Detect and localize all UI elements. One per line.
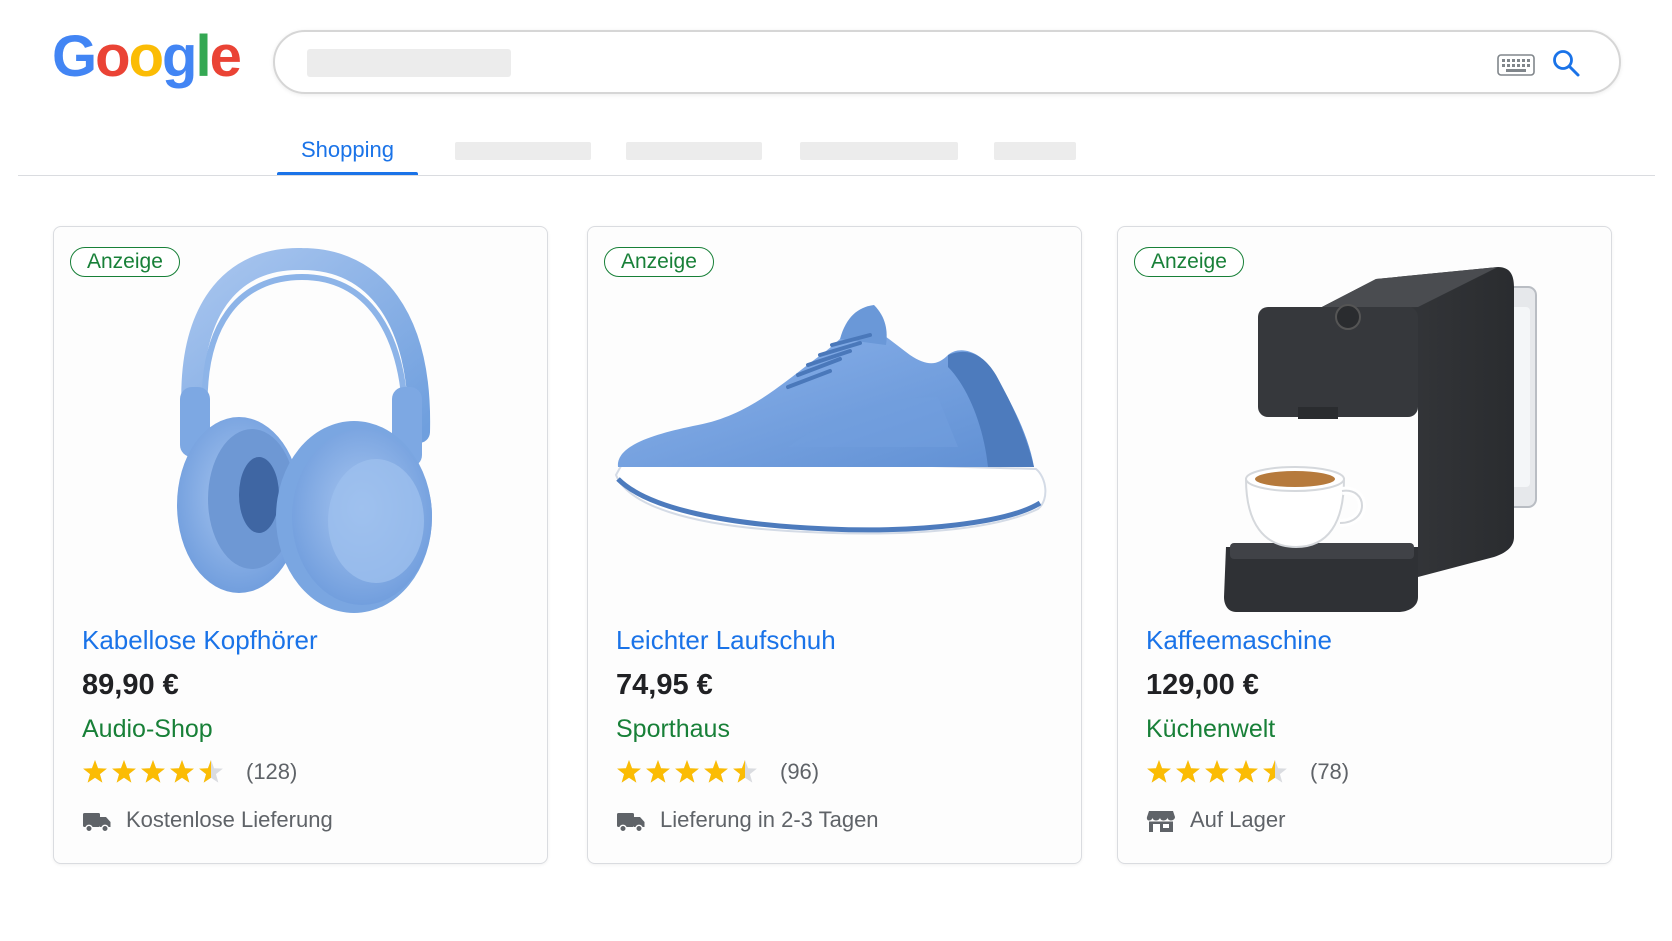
logo-letter: o (128, 24, 164, 89)
google-logo[interactable]: Google (52, 22, 242, 92)
shop-name[interactable]: Sporthaus (616, 715, 730, 744)
star-icon (1176, 760, 1200, 783)
rating-stars (83, 760, 223, 783)
product-price: 129,00 € (1146, 669, 1259, 701)
star-icon (704, 760, 728, 783)
product-card[interactable]: Anzeige Leichter Laufschuh 74,95 € Sport… (587, 226, 1082, 864)
star-icon (1147, 760, 1171, 783)
truck-icon (83, 813, 111, 833)
keyboard-icon[interactable] (1497, 54, 1535, 76)
logo-letter: G (52, 24, 97, 89)
truck-icon (617, 813, 645, 833)
rating-stars (617, 760, 757, 783)
ad-badge: Anzeige (604, 247, 714, 277)
product-price: 89,90 € (82, 669, 179, 701)
ad-badge: Anzeige (70, 247, 180, 277)
rating-count: (96) (780, 759, 820, 784)
running-shoe-image[interactable] (588, 247, 1082, 637)
rating-count: (78) (1310, 759, 1350, 784)
product-price: 74,95 € (616, 669, 713, 701)
tab-placeholder[interactable] (626, 142, 762, 160)
logo-letter: l (195, 24, 211, 89)
search-box[interactable] (273, 30, 1621, 94)
headphones-image[interactable] (54, 247, 548, 637)
delivery-text: Auf Lager (1190, 807, 1286, 832)
coffee-machine-image[interactable] (1118, 247, 1612, 637)
star-icon (646, 760, 670, 783)
product-card[interactable]: Anzeige Kaffeemaschine 129,00 € Küchenwe… (1117, 226, 1612, 864)
star-icon (1205, 760, 1229, 783)
shop-name[interactable]: Küchenwelt (1146, 715, 1275, 744)
star-icon (83, 760, 107, 783)
logo-letter: g (162, 24, 197, 89)
tab-placeholder[interactable] (800, 142, 958, 160)
star-icon (112, 760, 136, 783)
store-icon (1146, 811, 1175, 832)
star-icon (617, 760, 641, 783)
tab-shopping[interactable]: Shopping (277, 128, 418, 176)
ad-badge: Anzeige (1134, 247, 1244, 277)
product-card[interactable]: Anzeige Kabellose Kopfhörer 89,90 € Audi… (53, 226, 548, 864)
product-title[interactable]: Leichter Laufschuh (616, 625, 836, 656)
rating-count: (128) (246, 759, 298, 784)
logo-letter: o (95, 24, 130, 89)
rating-stars (1147, 760, 1287, 783)
search-tabs: Shopping (0, 128, 1672, 176)
product-title[interactable]: Kaffeemaschine (1146, 625, 1332, 656)
shop-name[interactable]: Audio-Shop (82, 715, 213, 744)
star-icon (675, 760, 699, 783)
search-icon[interactable] (1551, 48, 1581, 78)
product-title[interactable]: Kabellose Kopfhörer (82, 625, 318, 656)
star-icon (1234, 760, 1258, 783)
tab-placeholder[interactable] (455, 142, 591, 160)
delivery-text: Lieferung in 2-3 Tagen (660, 807, 879, 832)
logo-letter: e (209, 24, 242, 89)
tabs-divider (18, 175, 1655, 176)
tab-label: Shopping (301, 137, 394, 162)
star-icon (141, 760, 165, 783)
search-input[interactable] (307, 49, 511, 77)
tab-placeholder[interactable] (994, 142, 1076, 160)
star-icon (170, 760, 194, 783)
delivery-text: Kostenlose Lieferung (126, 807, 333, 832)
